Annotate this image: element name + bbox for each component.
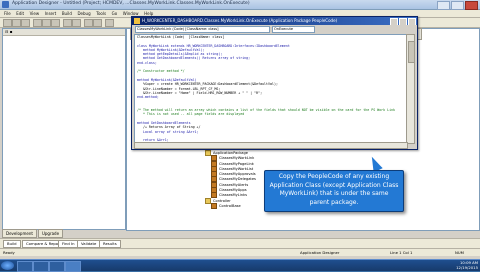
instruction-callout: Copy the PeopleCode of any existing Appl… (264, 170, 404, 212)
menu-build[interactable]: Build (62, 10, 72, 17)
window-title: Application Designer - Untitled (Project… (12, 1, 250, 6)
cut-icon[interactable] (33, 19, 42, 27)
paste-icon[interactable] (51, 19, 60, 27)
minimize-button[interactable] (437, 1, 450, 10)
peoplecode-icon (134, 18, 140, 24)
close-button[interactable] (465, 1, 478, 10)
status-text: Ready (3, 250, 15, 255)
tab-development[interactable]: Development (2, 229, 37, 238)
scroll-thumb[interactable] (408, 41, 415, 63)
build-icon[interactable] (84, 19, 93, 27)
replace-icon[interactable] (72, 19, 81, 27)
validate-icon[interactable] (93, 19, 102, 27)
project-workspace: ⊟ ▪ (2, 28, 126, 230)
app-window: Application Designer - Untitled (Project… (0, 0, 480, 259)
menu-insert[interactable]: Insert (45, 10, 56, 17)
menu-edit[interactable]: Edit (16, 10, 24, 17)
maximize-button[interactable] (451, 1, 464, 10)
tab-results[interactable]: Results (99, 240, 121, 248)
open-icon[interactable] (12, 19, 21, 27)
app-icon (2, 1, 9, 8)
taskbar: 10:09 AM 12/19/2015 (0, 259, 480, 272)
menu-tools[interactable]: Tools (96, 10, 106, 17)
clock-date: 12/19/2015 (456, 265, 478, 270)
horizontal-scrollbar[interactable] (134, 142, 408, 149)
taskbar-terminal-icon[interactable] (33, 261, 49, 272)
start-button[interactable] (1, 261, 14, 270)
new-icon[interactable] (3, 19, 12, 27)
editor-minimize-button[interactable] (390, 18, 398, 25)
status-bar: Ready Application Designer Line 1 Col 1 … (0, 248, 480, 256)
taskbar-folder-icon[interactable] (49, 261, 65, 272)
save-icon[interactable] (21, 19, 30, 27)
editor-window-controls (390, 18, 416, 25)
status-app: Application Designer (300, 250, 340, 255)
window-controls (437, 1, 478, 10)
editor-maximize-button[interactable] (399, 18, 407, 25)
status-num: NUM (455, 250, 464, 255)
workspace-header: ⊟ ▪ (3, 29, 125, 36)
tab-build[interactable]: Build (3, 240, 21, 248)
find-icon[interactable] (63, 19, 72, 27)
tab-find-in[interactable]: Find In (58, 240, 79, 248)
class-icon (211, 202, 217, 209)
title-bar: Application Designer - Untitled (Project… (0, 0, 480, 10)
system-tray: 10:09 AM 12/19/2015 (456, 260, 478, 270)
menu-go[interactable]: Go (112, 10, 118, 17)
workspace-tabs: Development Upgrade (2, 229, 64, 238)
vertical-scrollbar[interactable] (406, 34, 415, 144)
menu-debug[interactable]: Debug (77, 10, 90, 17)
taskbar-app-designer-icon[interactable] (65, 261, 81, 272)
menu-view[interactable]: View (30, 10, 40, 17)
event-dropdown[interactable]: OnExecute (272, 26, 315, 33)
code-area[interactable]: ClassesMyWorkLink (Code) [ClassName: cla… (134, 34, 408, 144)
editor-close-button[interactable] (408, 18, 416, 25)
tab-upgrade[interactable]: Upgrade (37, 229, 64, 238)
editor-selectors: ClassesMyWorkLink (Code) [ClassName: cla… (132, 25, 417, 33)
status-position: Line 1 Col 1 (390, 250, 413, 255)
taskbar-explorer-icon[interactable] (17, 261, 33, 272)
editor-title-bar: H_WORKCENTER_DASHBOARD.Classes.MyWorkLin… (132, 17, 417, 25)
copy-icon[interactable] (42, 19, 51, 27)
properties-icon[interactable] (105, 19, 114, 27)
editor-title: H_WORKCENTER_DASHBOARD.Classes.MyWorkLin… (142, 18, 338, 23)
menu-file[interactable]: File (4, 10, 11, 17)
object-dropdown[interactable]: ClassesMyWorkLink (Code) [ClassName: cla… (135, 26, 270, 33)
tab-validate[interactable]: Validate (77, 240, 101, 248)
output-tabs: Build Compare & Report Find In Validate … (0, 238, 480, 248)
peoplecode-editor: H_WORKCENTER_DASHBOARD.Classes.MyWorkLin… (131, 16, 418, 150)
